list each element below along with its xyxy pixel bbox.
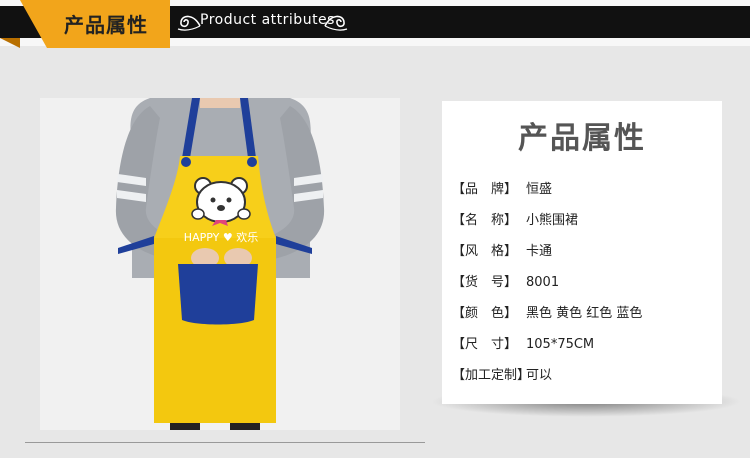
attribute-label: 【名 称】 bbox=[452, 213, 518, 228]
attribute-value: 小熊围裙 bbox=[526, 213, 579, 228]
attribute-value: 恒盛 bbox=[526, 182, 553, 197]
attribute-value: 105*75CM bbox=[526, 337, 595, 352]
attribute-row-size: 【尺 寸】 105*75CM bbox=[452, 334, 642, 365]
attributes-card: 产品属性 【品 牌】 恒盛 【名 称】 小熊围裙 【风 格】 卡通 【货 号】 8001… bbox=[442, 101, 722, 404]
attribute-row-color: 【颜 色】 黑色 黄色 红色 蓝色 bbox=[452, 303, 642, 334]
attribute-label: 【尺 寸】 bbox=[452, 337, 518, 352]
bottom-divider bbox=[25, 442, 425, 443]
banner-title-cn: 产品属性 bbox=[64, 13, 148, 37]
swirl-ornament-icon bbox=[324, 15, 348, 31]
tag-fold bbox=[0, 38, 20, 48]
swirl-ornament-icon bbox=[177, 15, 201, 31]
product-photo: HAPPY ♥ 欢乐 bbox=[40, 98, 400, 430]
attribute-row-item-number: 【货 号】 8001 bbox=[452, 272, 642, 303]
attribute-list: 【品 牌】 恒盛 【名 称】 小熊围裙 【风 格】 卡通 【货 号】 8001 【颜 色… bbox=[452, 179, 642, 396]
attribute-value: 黑色 黄色 红色 蓝色 bbox=[526, 306, 643, 321]
banner-title-en: Product attributes bbox=[200, 12, 335, 28]
apron-print-text: HAPPY ♥ 欢乐 bbox=[184, 230, 258, 244]
apron-illustration: HAPPY ♥ 欢乐 bbox=[40, 98, 400, 430]
attribute-value: 可以 bbox=[526, 368, 553, 383]
attribute-row-name: 【名 称】 小熊围裙 bbox=[452, 210, 642, 241]
attribute-row-style: 【风 格】 卡通 bbox=[452, 241, 642, 272]
attribute-value: 8001 bbox=[526, 275, 560, 290]
attribute-label: 【货 号】 bbox=[452, 275, 518, 290]
attribute-label: 【颜 色】 bbox=[452, 306, 518, 321]
attribute-label: 【风 格】 bbox=[452, 244, 518, 259]
section-banner: 产品属性 Product attributes bbox=[0, 0, 750, 48]
attribute-value: 卡通 bbox=[526, 244, 553, 259]
attribute-row-customization: 【加工定制】可以 bbox=[452, 365, 642, 396]
attribute-label: 【品 牌】 bbox=[452, 182, 518, 197]
card-title: 产品属性 bbox=[518, 121, 646, 156]
attribute-label: 【加工定制】 bbox=[452, 368, 531, 383]
attribute-row-brand: 【品 牌】 恒盛 bbox=[452, 179, 642, 210]
